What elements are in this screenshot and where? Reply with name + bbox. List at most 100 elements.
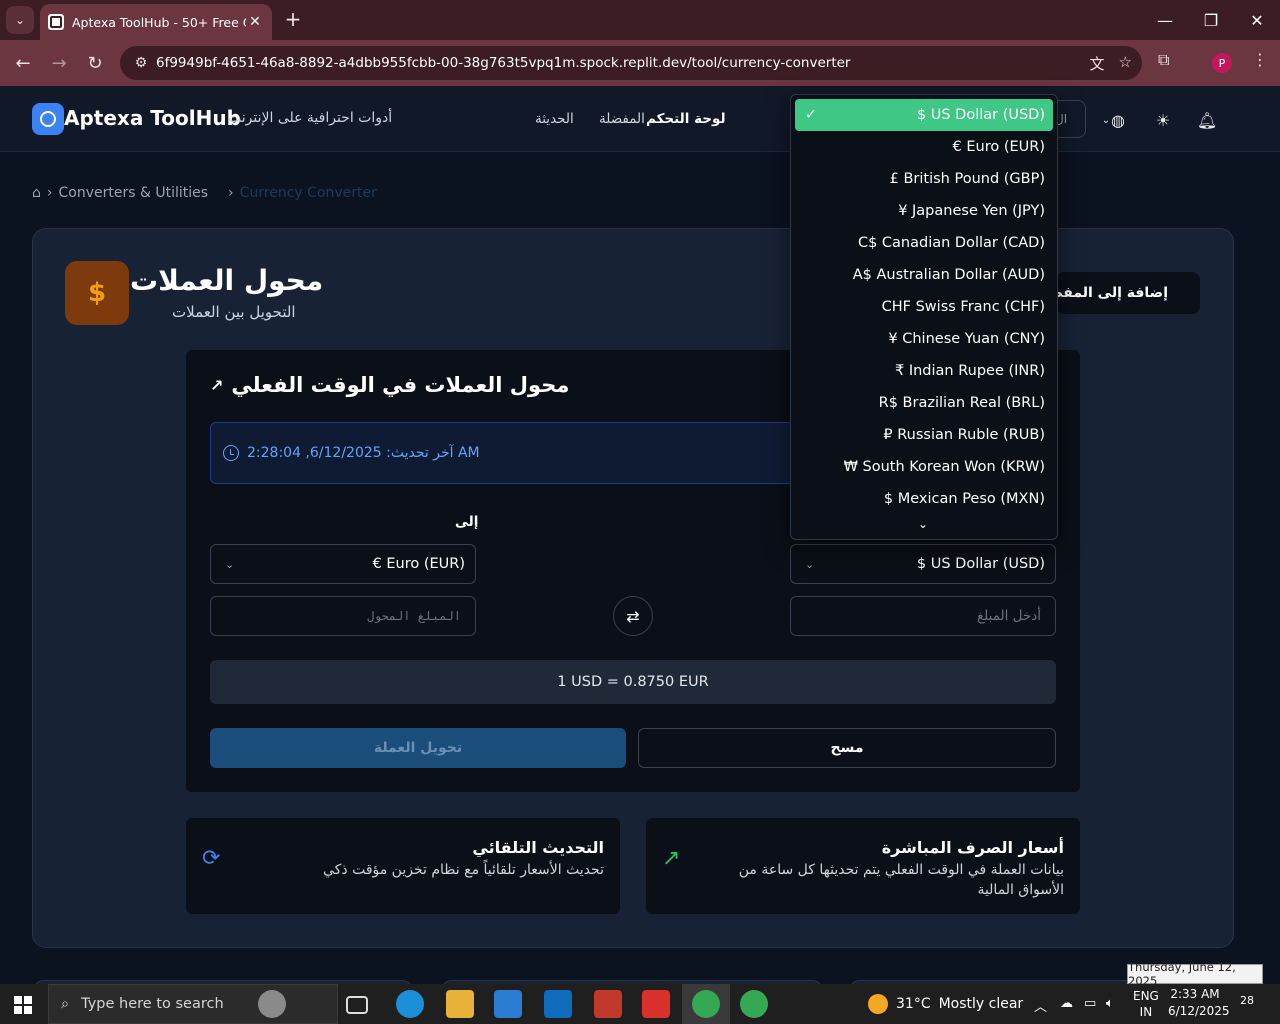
bookmark-star-icon[interactable]: ☆ (1119, 53, 1132, 74)
new-tab-button[interactable]: + (282, 8, 304, 30)
outlook-icon[interactable] (544, 990, 572, 1018)
clock-time: 2:33 AM (1170, 987, 1220, 1001)
currency-option-label: £ British Pound (GBP) (889, 171, 1045, 187)
search-icon: ⌕ (61, 996, 70, 1012)
profile-avatar[interactable]: P (1212, 53, 1232, 73)
site-info-icon[interactable]: ⚙ (126, 55, 156, 71)
currency-option[interactable]: ₽ Russian Ruble (RUB) (795, 419, 1053, 451)
browser-tab[interactable]: Aptexa ToolHub - 50+ Free Onli ✕ (40, 4, 272, 40)
weather-icon (868, 994, 888, 1014)
tray-chevron-icon[interactable]: ︿ (1034, 996, 1047, 1015)
currency-option-label: A$ Australian Dollar (AUD) (852, 267, 1045, 283)
currency-option[interactable]: A$ Australian Dollar (AUD) (795, 259, 1053, 291)
chrome-profile-icon[interactable] (740, 990, 768, 1018)
currency-option[interactable]: ¥ Chinese Yuan (CNY) (795, 323, 1053, 355)
page-title: محول العملات (130, 264, 324, 297)
forward-button[interactable]: → (44, 48, 74, 78)
converted-amount-field[interactable]: المبلغ المحول (210, 596, 476, 636)
currency-option[interactable]: ₹ Indian Rupee (INR) (795, 355, 1053, 387)
store-icon[interactable] (494, 990, 522, 1018)
convert-button[interactable]: تحويل العملة (210, 728, 626, 768)
globe-icon[interactable]: ◍ (1106, 108, 1130, 132)
chrome-icon[interactable] (692, 990, 720, 1018)
windows-start-icon[interactable] (14, 996, 32, 1014)
logo-icon[interactable] (32, 103, 64, 135)
clear-button[interactable]: مسح (638, 728, 1056, 768)
currency-option-label: $ Mexican Peso (MXN) (883, 491, 1045, 507)
chevron-down-icon: ⌄ (805, 557, 815, 571)
feature-description: تحديث الأسعار تلقائياً مع نظام تخزين مؤق… (323, 862, 604, 878)
file-explorer-icon[interactable] (446, 990, 474, 1018)
site-favicon (48, 14, 64, 30)
taskbar-search[interactable]: ⌕ Type here to search (48, 984, 338, 1024)
currency-option[interactable]: £ British Pound (GBP) (795, 163, 1053, 195)
notification-center-icon[interactable]: 28 (1240, 994, 1262, 1012)
brand-name[interactable]: Aptexa ToolHub (64, 106, 241, 130)
currency-option[interactable]: $ Mexican Peso (MXN) (795, 483, 1053, 515)
theme-toggle-icon[interactable]: ☀ (1151, 108, 1175, 132)
url-text: 6f9949bf-4651-46a8-8892-a4dbb955fcbb-00-… (156, 55, 851, 71)
region-code: IN (1139, 1005, 1153, 1019)
nav-favorites[interactable]: المفضلة (599, 111, 645, 127)
volume-icon[interactable]: 🔈︎ (1106, 996, 1114, 1011)
reload-button[interactable]: ↻ (80, 48, 110, 78)
taskbar-clock[interactable]: 2:33 AM 6/12/2025 (1168, 986, 1230, 1020)
amount-input[interactable]: أدخل المبلغ (790, 596, 1056, 636)
from-currency-select[interactable]: ⌄ $ US Dollar (USD) (790, 544, 1056, 584)
tab-search-button[interactable]: ⌄ (6, 6, 34, 34)
currency-option[interactable]: CHF Swiss Franc (CHF) (795, 291, 1053, 323)
scroll-down-chevron-icon[interactable]: ⌄ (918, 517, 928, 531)
to-currency-select[interactable]: ⌄ € Euro (EUR) (210, 544, 476, 584)
minimize-button[interactable]: — (1142, 0, 1188, 40)
breadcrumb-category[interactable]: Converters & Utilities (59, 185, 209, 201)
last-updated-text: آخر تحديث: 6/12/2025, 2:28:04 AM (247, 445, 480, 461)
back-button[interactable]: ← (8, 48, 38, 78)
breadcrumb-current: Currency Converter (239, 185, 377, 201)
dollar-icon: $ (65, 261, 129, 325)
pdf-app-icon[interactable] (642, 990, 670, 1018)
currency-option[interactable]: ¥ Japanese Yen (JPY) (795, 195, 1053, 227)
address-bar[interactable]: ⚙ 6f9949bf-4651-46a8-8892-a4dbb955fcbb-0… (120, 46, 1142, 80)
close-window-button[interactable]: ✕ (1234, 0, 1280, 40)
search-highlight-icon[interactable] (258, 990, 286, 1018)
currency-option[interactable]: R$ Brazilian Real (BRL) (795, 387, 1053, 419)
currency-option[interactable]: ✓ $ US Dollar (USD) (795, 99, 1053, 131)
tab-title: Aptexa ToolHub - 50+ Free Onli (72, 14, 246, 30)
taskbar-search-placeholder: Type here to search (81, 996, 224, 1012)
check-icon: ✓ (805, 107, 817, 123)
trending-up-icon: ↗ (210, 375, 224, 395)
currency-option-label: ₽ Russian Ruble (RUB) (883, 427, 1045, 443)
translate-icon[interactable]: 文 (1090, 53, 1105, 74)
network-icon[interactable]: ▭ (1084, 996, 1096, 1011)
swap-currencies-button[interactable]: ⇄ (613, 596, 653, 636)
tab-close-icon[interactable]: ✕ (246, 14, 264, 30)
feature-description: بيانات العملة في الوقت الفعلي يتم تحديثه… (738, 862, 1064, 898)
notifications-bell-icon[interactable]: 🔔︎ (1195, 108, 1219, 132)
tray-cloud-icon[interactable]: ☁ (1060, 996, 1073, 1011)
feature-card-auto-update: التحديث التلقائي تحديث الأسعار تلقائياً … (186, 818, 620, 914)
browser-tab-bar: ⌄ Aptexa ToolHub - 50+ Free Onli ✕ + — ❐… (0, 0, 1280, 40)
task-view-icon[interactable] (346, 996, 368, 1014)
browser-toolbar: ← → ↻ ⚙ 6f9949bf-4651-46a8-8892-a4dbb955… (0, 40, 1280, 86)
currency-option[interactable]: C$ Canadian Dollar (CAD) (795, 227, 1053, 259)
currency-option[interactable]: ₩ South Korean Won (KRW) (795, 451, 1053, 483)
extensions-icon[interactable]: ⧉ (1158, 50, 1169, 70)
nav-recent[interactable]: الحديثة (535, 111, 574, 127)
breadcrumb-separator-icon: › (228, 185, 234, 201)
currency-dropdown: ✓ $ US Dollar (USD) € Euro (EUR) £ Briti… (790, 94, 1058, 540)
home-icon[interactable]: ⌂ (32, 185, 41, 201)
maximize-button[interactable]: ❐ (1188, 0, 1234, 40)
currency-option[interactable]: € Euro (EUR) (795, 131, 1053, 163)
to-currency-value: € Euro (EUR) (372, 556, 465, 572)
refresh-icon: ⟳ (202, 846, 221, 871)
nav-dashboard[interactable]: لوحة التحكم (646, 111, 726, 127)
weather-widget[interactable]: 31°C Mostly clear (868, 994, 1023, 1014)
temperature: 31°C (896, 996, 931, 1012)
input-language[interactable]: ENG IN (1133, 988, 1159, 1020)
currency-option-label: ₹ Indian Rupee (INR) (895, 363, 1045, 379)
edge-icon[interactable] (396, 990, 424, 1018)
add-to-favorites-button[interactable]: إضافة إلى المفضلة (1056, 272, 1200, 314)
last-updated-banner: آخر تحديث: 6/12/2025, 2:28:04 AM (210, 422, 830, 484)
app-icon[interactable] (594, 990, 622, 1018)
browser-menu-icon[interactable]: ⋮ (1252, 50, 1268, 69)
